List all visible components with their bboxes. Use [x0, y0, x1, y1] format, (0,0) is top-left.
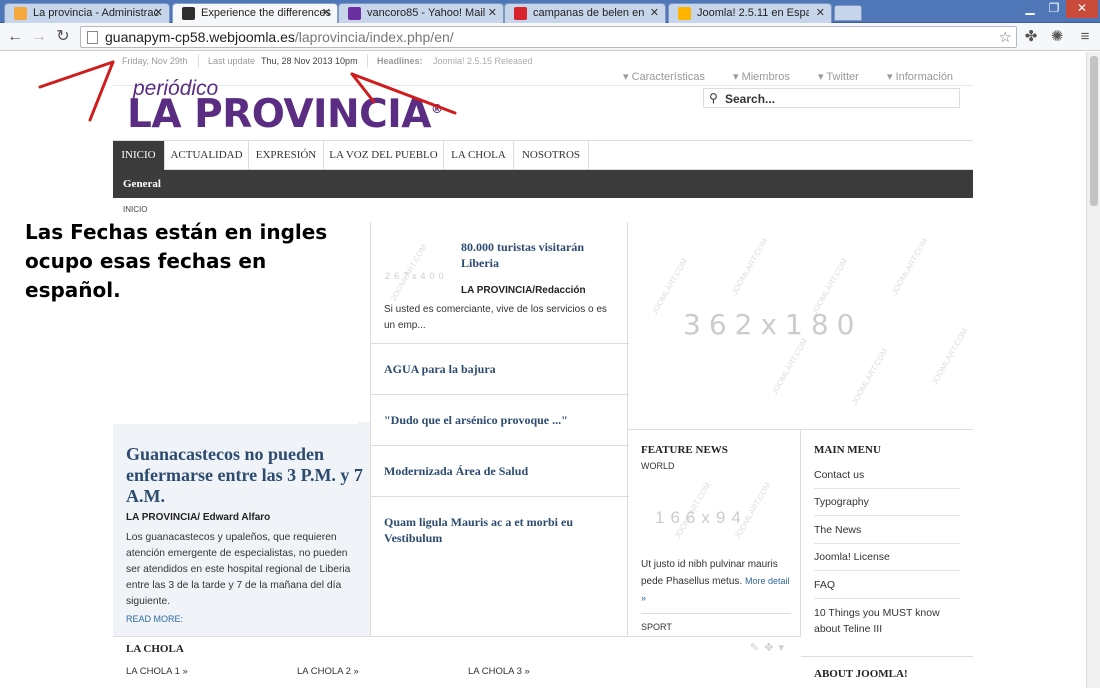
feature-news-heading: FEATURE NEWS: [641, 444, 728, 456]
minimize-icon[interactable]: ▁: [1018, 0, 1042, 18]
forward-icon[interactable]: →: [28, 27, 50, 47]
right-column: JOOMLART.COM JOOMLART.COM JOOMLART.COM J…: [628, 222, 973, 636]
menu-la-voz-del-pueblo[interactable]: LA VOZ DEL PUEBLO: [324, 141, 444, 170]
menu-inicio[interactable]: INICIO: [113, 141, 165, 170]
top-nav: ▾ Características ▾ Miembros ▾ Twitter ▾…: [623, 68, 973, 84]
submenu-general[interactable]: General: [123, 178, 161, 190]
menu-la-chola[interactable]: LA CHOLA: [444, 141, 514, 170]
tab-youtube[interactable]: campanas de belen en ma ✕: [504, 3, 666, 23]
new-tab-button[interactable]: [834, 5, 862, 21]
main-menu-bar: INICIO ACTUALIDAD EXPRESIÓN LA VOZ DEL P…: [113, 140, 973, 170]
list-item: JOOMLART.COM 267x400 80.000 turistas vis…: [371, 222, 629, 344]
youtube-favicon-icon: [514, 7, 527, 20]
menu-item-faq[interactable]: FAQ: [814, 577, 960, 599]
feature-news-text: Ut justo id nibh pulvinar mauris pede Ph…: [641, 559, 790, 603]
menu-item-typography[interactable]: Typography: [814, 494, 960, 516]
site-favicon-icon: [182, 7, 195, 20]
back-icon[interactable]: ←: [4, 27, 26, 47]
address-bar[interactable]: guanapym-cp58.webjoomla.es/laprovincia/i…: [80, 26, 1017, 48]
menu-item-the-news[interactable]: The News: [814, 522, 960, 544]
extension-gear-icon[interactable]: ✺: [1047, 28, 1067, 46]
submenu-bar: General: [113, 170, 973, 198]
annotation-text: Las Fechas están en ingles ocupo esas fe…: [25, 220, 328, 302]
current-date: Friday, Nov 29th: [122, 56, 188, 66]
news-list: JOOMLART.COM 267x400 80.000 turistas vis…: [370, 222, 629, 636]
last-update-label: Last update: [208, 56, 256, 66]
thumbnail-placeholder: JOOMLART.COM 267x400: [383, 238, 453, 308]
browser-toolbar: ← → ↻ guanapym-cp58.webjoomla.es/laprovi…: [0, 23, 1100, 51]
read-more-link[interactable]: READ MORE:: [126, 614, 183, 624]
tab-la-provincia-admin[interactable]: La provincia - Administrac ✕: [4, 3, 170, 23]
bookmark-star-icon[interactable]: ☆: [999, 28, 1012, 46]
la-chola-1-link[interactable]: LA CHOLA 1 »: [126, 666, 188, 677]
featured-story-title[interactable]: 80.000 turistas visitarán Liberia: [461, 239, 621, 271]
menu-actualidad[interactable]: ACTUALIDAD: [165, 141, 249, 170]
headlines-value[interactable]: Joomla! 2.5.15 Released: [433, 56, 533, 66]
featured-story-author: LA PROVINCIA/Redacción: [461, 285, 586, 296]
tab-joomla-espanol[interactable]: Joomla! 2.5.11 en Español ✕: [668, 3, 832, 23]
search-input[interactable]: ⚲ Search...: [703, 88, 960, 108]
close-window-icon[interactable]: ✕: [1066, 0, 1098, 18]
close-tab-icon[interactable]: ✕: [322, 6, 331, 19]
topnav-informacion[interactable]: ▾ Información: [887, 70, 953, 83]
world-label[interactable]: WORLD: [641, 461, 675, 471]
joomla-favicon-icon: [14, 7, 27, 20]
last-update-value: Thu, 28 Nov 2013 10pm: [261, 56, 358, 66]
topnav-miembros[interactable]: ▾ Miembros: [733, 70, 790, 83]
annotation-note: Las Fechas están en ingles ocupo esas fe…: [25, 218, 358, 424]
topnav-twitter[interactable]: ▾ Twitter: [818, 70, 859, 83]
list-item: "Dudo que el arsénico provoque ...": [371, 395, 629, 446]
reload-icon[interactable]: ↻: [52, 27, 74, 47]
close-tab-icon[interactable]: ✕: [488, 6, 497, 19]
featured-story-text: Si usted es comerciante, vive de los ser…: [384, 304, 607, 331]
list-item: AGUA para la bajura: [371, 344, 629, 395]
list-item: Quam ligula Mauris ac a et morbi eu Vest…: [384, 515, 573, 545]
lead-story-author: LA PROVINCIA/ Edward Alfaro: [126, 512, 271, 523]
main-menu-heading: MAIN MENU: [814, 444, 881, 456]
list-item: Modernizada Área de Salud: [371, 446, 629, 497]
mail-favicon-icon: [348, 7, 361, 20]
topnav-caracteristicas[interactable]: ▾ Características: [623, 70, 705, 83]
sport-label[interactable]: SPORT: [641, 622, 672, 632]
page-scrollbar[interactable]: [1086, 52, 1100, 688]
menu-item-10-things[interactable]: 10 Things you MUST know about Teline III: [814, 605, 960, 642]
tab-experience-differences[interactable]: Experience the differences ✕: [172, 3, 338, 24]
la-chola-heading: LA CHOLA: [126, 643, 184, 655]
image-placeholder: JOOMLART.COM JOOMLART.COM JOOMLART.COM J…: [628, 222, 973, 430]
la-chola-3-link[interactable]: LA CHOLA 3 »: [468, 666, 530, 677]
lead-story-title[interactable]: Guanacastecos no pueden enfermarse entre…: [126, 444, 366, 507]
close-tab-icon[interactable]: ✕: [816, 6, 825, 19]
feature-news-column: FEATURE NEWS WORLD JOOMLART.COM JOOMLART…: [628, 430, 801, 636]
menu-item-contact-us[interactable]: Contact us: [814, 467, 960, 489]
scrollbar-thumb[interactable]: [1090, 56, 1098, 206]
main-menu-column: MAIN MENU Contact us Typography The News…: [801, 430, 973, 636]
joomla-favicon-icon: [678, 7, 691, 20]
la-chola-section: LA CHOLA ✎✥▾: [113, 636, 801, 660]
tab-yahoo-mail[interactable]: vancoro85 - Yahoo! Mail ✕: [338, 3, 504, 23]
maximize-icon[interactable]: ❐: [1042, 0, 1066, 18]
browser-tab-bar: La provincia - Administrac ✕ Experience …: [0, 0, 1100, 24]
close-tab-icon[interactable]: ✕: [650, 6, 659, 19]
la-chola-2-link[interactable]: LA CHOLA 2 »: [297, 666, 359, 677]
menu-item-joomla-license[interactable]: Joomla! License: [814, 549, 960, 571]
lead-story-text: Los guanacastecos y upaleños, que requie…: [126, 532, 351, 607]
close-tab-icon[interactable]: ✕: [154, 6, 163, 19]
menu-icon[interactable]: ≡: [1075, 28, 1095, 46]
section-tools-icon[interactable]: ✎✥▾: [750, 641, 789, 654]
menu-expresion[interactable]: EXPRESIÓN: [249, 141, 324, 170]
menu-nosotros[interactable]: NOSOTROS: [514, 141, 589, 170]
search-icon: ⚲: [709, 91, 718, 105]
headlines-label: Headlines:: [377, 56, 423, 66]
breadcrumb[interactable]: INICIO: [123, 205, 147, 214]
about-joomla-heading: ABOUT JOOMLA!: [814, 668, 908, 680]
extension-icon[interactable]: ✤: [1021, 28, 1041, 46]
page-icon: [87, 31, 98, 44]
thumbnail-placeholder: JOOMLART.COM JOOMLART.COM 166x94: [655, 480, 773, 541]
site-logo[interactable]: LA PROVINCIA®: [127, 92, 443, 137]
